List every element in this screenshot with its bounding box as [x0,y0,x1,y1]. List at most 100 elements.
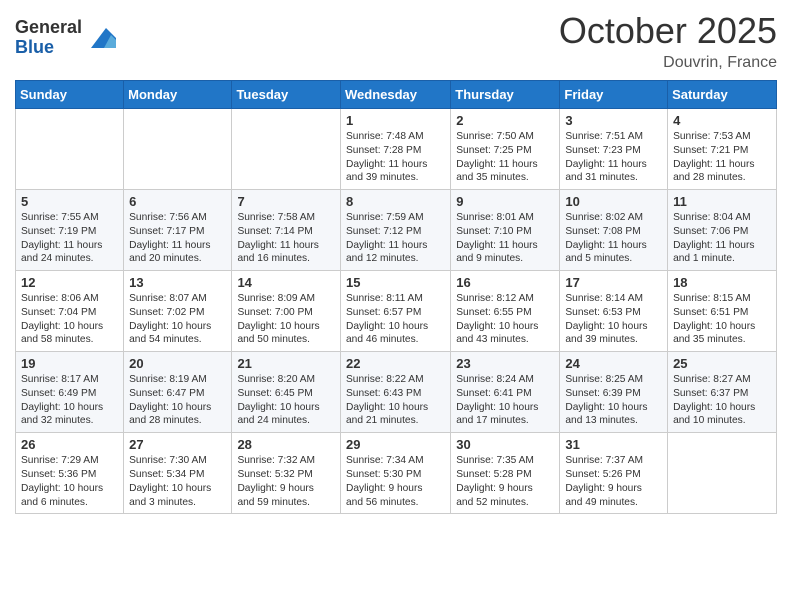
day-content: Sunrise: 7:50 AM Sunset: 7:25 PM Dayligh… [456,130,554,185]
day-cell: 30 Sunrise: 7:35 AM Sunset: 5:28 PM Dayli… [451,433,560,514]
weekday-header-thursday: Thursday [451,81,560,109]
day-number: 18 [673,275,771,290]
weekday-header-tuesday: Tuesday [232,81,341,109]
day-number: 12 [21,275,118,290]
day-content: Sunrise: 8:17 AM Sunset: 6:49 PM Dayligh… [21,373,118,428]
week-row-3: 12 Sunrise: 8:06 AM Sunset: 7:04 PM Dayli… [16,271,777,352]
day-content: Sunrise: 8:24 AM Sunset: 6:41 PM Dayligh… [456,373,554,428]
day-cell: 5 Sunrise: 7:55 AM Sunset: 7:19 PM Daylig… [16,190,124,271]
day-content: Sunrise: 7:51 AM Sunset: 7:23 PM Dayligh… [565,130,662,185]
day-number: 9 [456,194,554,209]
day-number: 7 [237,194,335,209]
month-title: October 2025 [559,10,777,52]
day-number: 24 [565,356,662,371]
day-cell: 28 Sunrise: 7:32 AM Sunset: 5:32 PM Dayli… [232,433,341,514]
day-cell [16,109,124,190]
logo-icon [86,23,116,53]
day-number: 14 [237,275,335,290]
day-content: Sunrise: 7:55 AM Sunset: 7:19 PM Dayligh… [21,211,118,266]
day-cell: 12 Sunrise: 8:06 AM Sunset: 7:04 PM Dayli… [16,271,124,352]
day-cell: 17Sunrise: 8:14 AM Sunset: 6:53 PM Dayli… [560,271,668,352]
day-content: Sunrise: 7:53 AM Sunset: 7:21 PM Dayligh… [673,130,771,185]
weekday-header-row: SundayMondayTuesdayWednesdayThursdayFrid… [16,81,777,109]
day-cell: 14 Sunrise: 8:09 AM Sunset: 7:00 PM Dayli… [232,271,341,352]
day-number: 5 [21,194,118,209]
day-content: Sunrise: 8:07 AM Sunset: 7:02 PM Dayligh… [129,292,226,347]
day-content: Sunrise: 8:06 AM Sunset: 7:04 PM Dayligh… [21,292,118,347]
day-number: 8 [346,194,445,209]
week-row-5: 26 Sunrise: 7:29 AM Sunset: 5:36 PM Dayli… [16,433,777,514]
calendar-table: SundayMondayTuesdayWednesdayThursdayFrid… [15,80,777,514]
day-content: Sunrise: 8:19 AM Sunset: 6:47 PM Dayligh… [129,373,226,428]
day-cell [668,433,777,514]
day-content: Sunrise: 8:20 AM Sunset: 6:45 PM Dayligh… [237,373,335,428]
day-number: 10 [565,194,662,209]
day-cell: 16 Sunrise: 8:12 AM Sunset: 6:55 PM Dayli… [451,271,560,352]
day-content: Sunrise: 7:48 AM Sunset: 7:28 PM Dayligh… [346,130,445,185]
day-cell: 26 Sunrise: 7:29 AM Sunset: 5:36 PM Dayli… [16,433,124,514]
day-cell: 7 Sunrise: 7:58 AM Sunset: 7:14 PM Daylig… [232,190,341,271]
day-number: 1 [346,113,445,128]
day-number: 6 [129,194,226,209]
day-content: Sunrise: 8:22 AM Sunset: 6:43 PM Dayligh… [346,373,445,428]
day-number: 2 [456,113,554,128]
day-content: Sunrise: 7:35 AM Sunset: 5:28 PM Dayligh… [456,454,554,509]
day-number: 31 [565,437,662,452]
day-number: 26 [21,437,118,452]
day-number: 21 [237,356,335,371]
day-number: 15 [346,275,445,290]
day-cell: 31 Sunrise: 7:37 AM Sunset: 5:26 PM Dayli… [560,433,668,514]
day-content: Sunrise: 8:25 AM Sunset: 6:39 PM Dayligh… [565,373,662,428]
day-content: Sunrise: 8:04 AM Sunset: 7:06 PM Dayligh… [673,211,771,266]
day-content: Sunrise: 7:56 AM Sunset: 7:17 PM Dayligh… [129,211,226,266]
day-number: 20 [129,356,226,371]
day-cell: 15 Sunrise: 8:11 AM Sunset: 6:57 PM Dayli… [341,271,451,352]
day-content: Sunrise: 8:15 AM Sunset: 6:51 PM Dayligh… [673,292,771,347]
day-cell [232,109,341,190]
day-number: 28 [237,437,335,452]
day-cell: 29Sunrise: 7:34 AM Sunset: 5:30 PM Dayli… [341,433,451,514]
day-cell: 22Sunrise: 8:22 AM Sunset: 6:43 PM Dayli… [341,352,451,433]
day-content: Sunrise: 8:09 AM Sunset: 7:00 PM Dayligh… [237,292,335,347]
logo-text: General Blue [15,18,82,58]
weekday-header-wednesday: Wednesday [341,81,451,109]
day-cell: 2 Sunrise: 7:50 AM Sunset: 7:25 PM Daylig… [451,109,560,190]
day-number: 17 [565,275,662,290]
day-number: 25 [673,356,771,371]
day-number: 27 [129,437,226,452]
day-cell: 27 Sunrise: 7:30 AM Sunset: 5:34 PM Dayli… [124,433,232,514]
week-row-2: 5 Sunrise: 7:55 AM Sunset: 7:19 PM Daylig… [16,190,777,271]
day-number: 30 [456,437,554,452]
weekday-header-sunday: Sunday [16,81,124,109]
day-number: 19 [21,356,118,371]
day-content: Sunrise: 7:30 AM Sunset: 5:34 PM Dayligh… [129,454,226,509]
day-cell: 8 Sunrise: 7:59 AM Sunset: 7:12 PM Daylig… [341,190,451,271]
day-content: Sunrise: 7:37 AM Sunset: 5:26 PM Dayligh… [565,454,662,509]
weekday-header-friday: Friday [560,81,668,109]
day-number: 3 [565,113,662,128]
day-cell: 20 Sunrise: 8:19 AM Sunset: 6:47 PM Dayli… [124,352,232,433]
day-number: 16 [456,275,554,290]
week-row-4: 19 Sunrise: 8:17 AM Sunset: 6:49 PM Dayli… [16,352,777,433]
day-content: Sunrise: 7:29 AM Sunset: 5:36 PM Dayligh… [21,454,118,509]
day-content: Sunrise: 8:27 AM Sunset: 6:37 PM Dayligh… [673,373,771,428]
day-content: Sunrise: 8:12 AM Sunset: 6:55 PM Dayligh… [456,292,554,347]
week-row-1: 1 Sunrise: 7:48 AM Sunset: 7:28 PM Daylig… [16,109,777,190]
day-number: 23 [456,356,554,371]
page-container: General Blue October 2025 Douvrin, Franc… [0,0,792,529]
logo-general-text: General [15,17,82,37]
day-number: 29 [346,437,445,452]
weekday-header-monday: Monday [124,81,232,109]
day-content: Sunrise: 8:02 AM Sunset: 7:08 PM Dayligh… [565,211,662,266]
day-cell: 11 Sunrise: 8:04 AM Sunset: 7:06 PM Dayli… [668,190,777,271]
day-cell: 6 Sunrise: 7:56 AM Sunset: 7:17 PM Daylig… [124,190,232,271]
day-content: Sunrise: 8:11 AM Sunset: 6:57 PM Dayligh… [346,292,445,347]
day-cell: 13Sunrise: 8:07 AM Sunset: 7:02 PM Dayli… [124,271,232,352]
day-content: Sunrise: 7:58 AM Sunset: 7:14 PM Dayligh… [237,211,335,266]
day-cell: 10 Sunrise: 8:02 AM Sunset: 7:08 PM Dayli… [560,190,668,271]
day-number: 11 [673,194,771,209]
day-content: Sunrise: 7:32 AM Sunset: 5:32 PM Dayligh… [237,454,335,509]
day-cell: 1 Sunrise: 7:48 AM Sunset: 7:28 PM Daylig… [341,109,451,190]
day-cell: 3 Sunrise: 7:51 AM Sunset: 7:23 PM Daylig… [560,109,668,190]
day-content: Sunrise: 7:59 AM Sunset: 7:12 PM Dayligh… [346,211,445,266]
